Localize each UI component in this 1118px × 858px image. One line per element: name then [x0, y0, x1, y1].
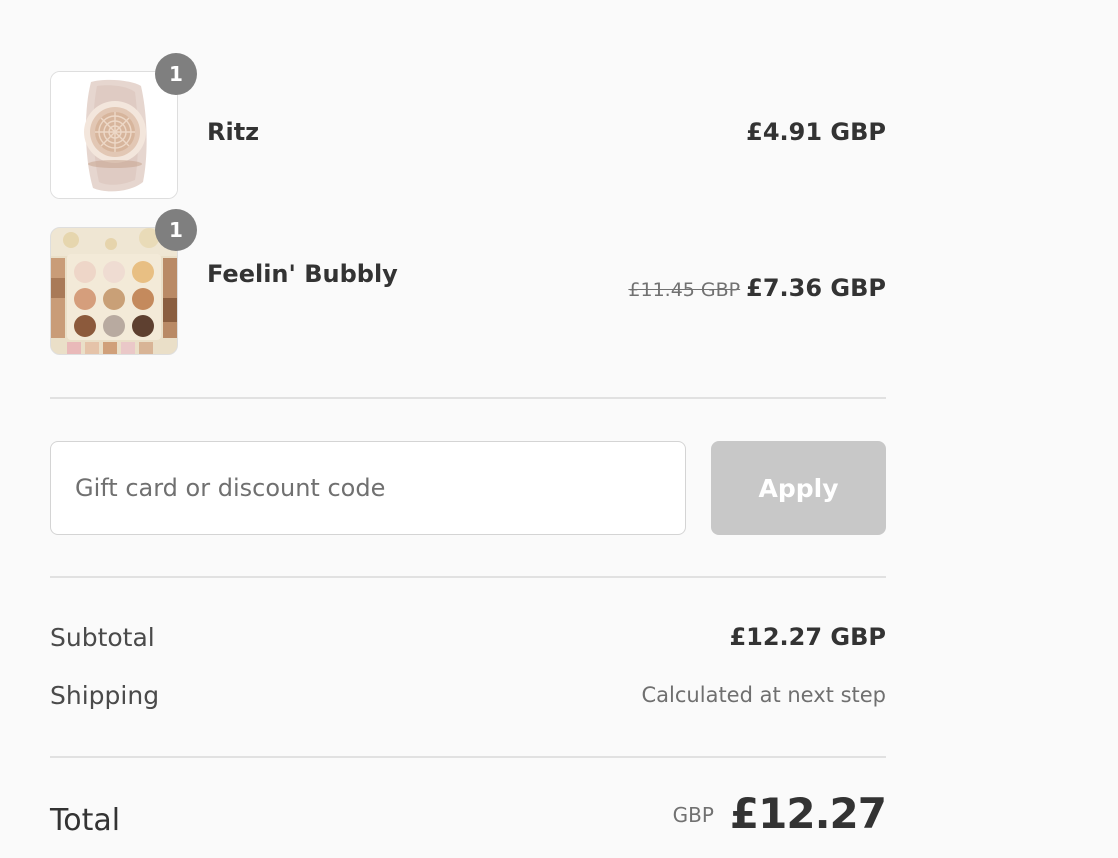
product-price-box: £4.91 GBP [746, 118, 886, 146]
divider [50, 576, 886, 578]
product-price: £7.36 GBP [746, 274, 886, 302]
subtotal-label: Subtotal [50, 623, 155, 652]
product-name: Ritz [207, 118, 260, 146]
total-label: Total [50, 803, 121, 838]
product-price-box: £11.45 GBP £7.36 GBP [628, 274, 886, 302]
quantity-badge: 1 [155, 53, 197, 95]
total-currency: GBP [672, 803, 714, 827]
divider [50, 756, 886, 758]
apply-discount-button[interactable]: Apply [711, 441, 886, 535]
original-price: £11.45 GBP [628, 279, 741, 301]
product-price: £4.91 GBP [746, 118, 886, 146]
line-item-feelin-bubbly: 1 Feelin' Bubbly £11.45 GBP £7.36 GBP [50, 209, 886, 356]
highlighter-compact-thumbnail-icon [51, 72, 177, 198]
eyeshadow-palette-thumbnail-icon [51, 228, 177, 354]
line-item-ritz: 1 Ritz £4.91 GBP [50, 53, 886, 200]
subtotal-value: £12.27 GBP [729, 623, 886, 651]
total-amount: £12.27 [729, 789, 887, 838]
quantity-badge: 1 [155, 209, 197, 251]
shipping-label: Shipping [50, 681, 160, 710]
product-thumbnail [50, 71, 178, 199]
product-thumbnail [50, 227, 178, 355]
divider [50, 397, 886, 399]
discount-code-input[interactable] [50, 441, 686, 535]
product-name: Feelin' Bubbly [207, 260, 398, 288]
order-summary: 1 Ritz £4.91 GBP 1 Feelin' Bubbly £11.45… [50, 0, 887, 858]
total-value: GBP £12.27 [672, 789, 887, 838]
shipping-value: Calculated at next step [641, 683, 886, 707]
